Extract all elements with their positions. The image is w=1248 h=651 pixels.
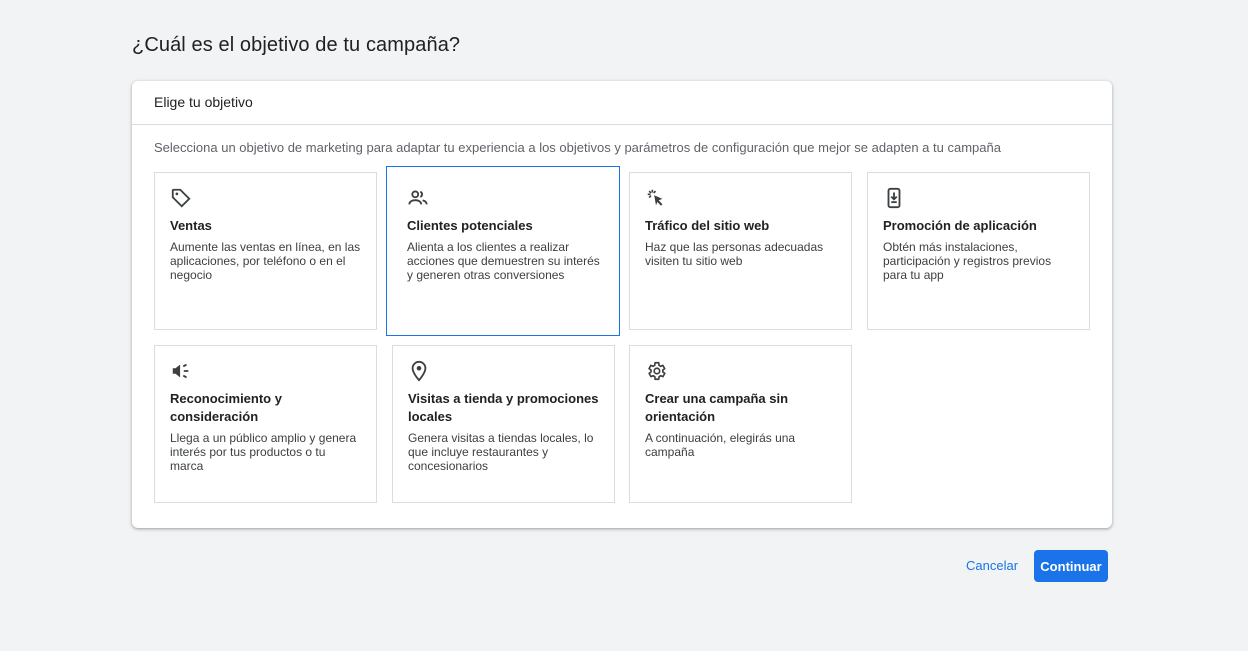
objective-title: Promoción de aplicación — [883, 218, 1037, 233]
objective-title: Ventas — [170, 218, 212, 233]
cursor-click-icon — [645, 187, 667, 209]
objective-description: Obtén más instalaciones, participación y… — [883, 240, 1052, 282]
objective-title: Visitas a tienda y promociones locales — [408, 391, 599, 424]
panel-description: Selecciona un objetivo de marketing para… — [154, 140, 1001, 155]
objective-panel: Elige tu objetivo Selecciona un objetivo… — [132, 81, 1112, 528]
gear-icon — [645, 360, 667, 382]
objective-card-promocion-aplicacion[interactable]: Promoción de aplicación Obtén más instal… — [867, 172, 1090, 330]
objective-description: Alienta a los clientes a realizar accion… — [407, 240, 600, 282]
cancel-button[interactable]: Cancelar — [960, 552, 1024, 580]
page-title: ¿Cuál es el objetivo de tu campaña? — [132, 34, 461, 56]
megaphone-icon — [170, 360, 192, 382]
objective-title: Tráfico del sitio web — [645, 218, 770, 233]
objective-card-reconocimiento[interactable]: Reconocimiento y consideración Llega a u… — [154, 345, 377, 503]
objective-card-visitas-tienda[interactable]: Visitas a tienda y promociones locales G… — [392, 345, 615, 503]
objective-card-ventas[interactable]: Ventas Aumente las ventas en línea, en l… — [154, 172, 377, 330]
panel-header: Elige tu objetivo — [132, 81, 1112, 125]
people-icon — [407, 187, 429, 209]
objective-card-clientes-potenciales[interactable]: Clientes potenciales Alienta a los clien… — [386, 166, 620, 336]
location-pin-icon — [408, 360, 430, 382]
objective-description: Llega a un público amplio y genera inter… — [170, 431, 357, 473]
phone-download-icon — [883, 187, 905, 209]
objective-title: Reconocimiento y consideración — [170, 391, 282, 424]
tag-icon — [170, 187, 192, 209]
objective-card-sin-orientacion[interactable]: Crear una campaña sin orientación A cont… — [629, 345, 852, 503]
objective-title: Clientes potenciales — [407, 218, 533, 233]
objective-description: Genera visitas a tiendas locales, lo que… — [408, 431, 594, 473]
objective-title: Crear una campaña sin orientación — [645, 391, 789, 424]
objective-card-trafico-sitio-web[interactable]: Tráfico del sitio web Haz que las person… — [629, 172, 852, 330]
objective-description: A continuación, elegirás una campaña — [645, 431, 796, 459]
objective-description: Haz que las personas adecuadas visiten t… — [645, 240, 824, 268]
continue-button[interactable]: Continuar — [1034, 550, 1108, 582]
objective-description: Aumente las ventas en línea, en las apli… — [170, 240, 361, 282]
